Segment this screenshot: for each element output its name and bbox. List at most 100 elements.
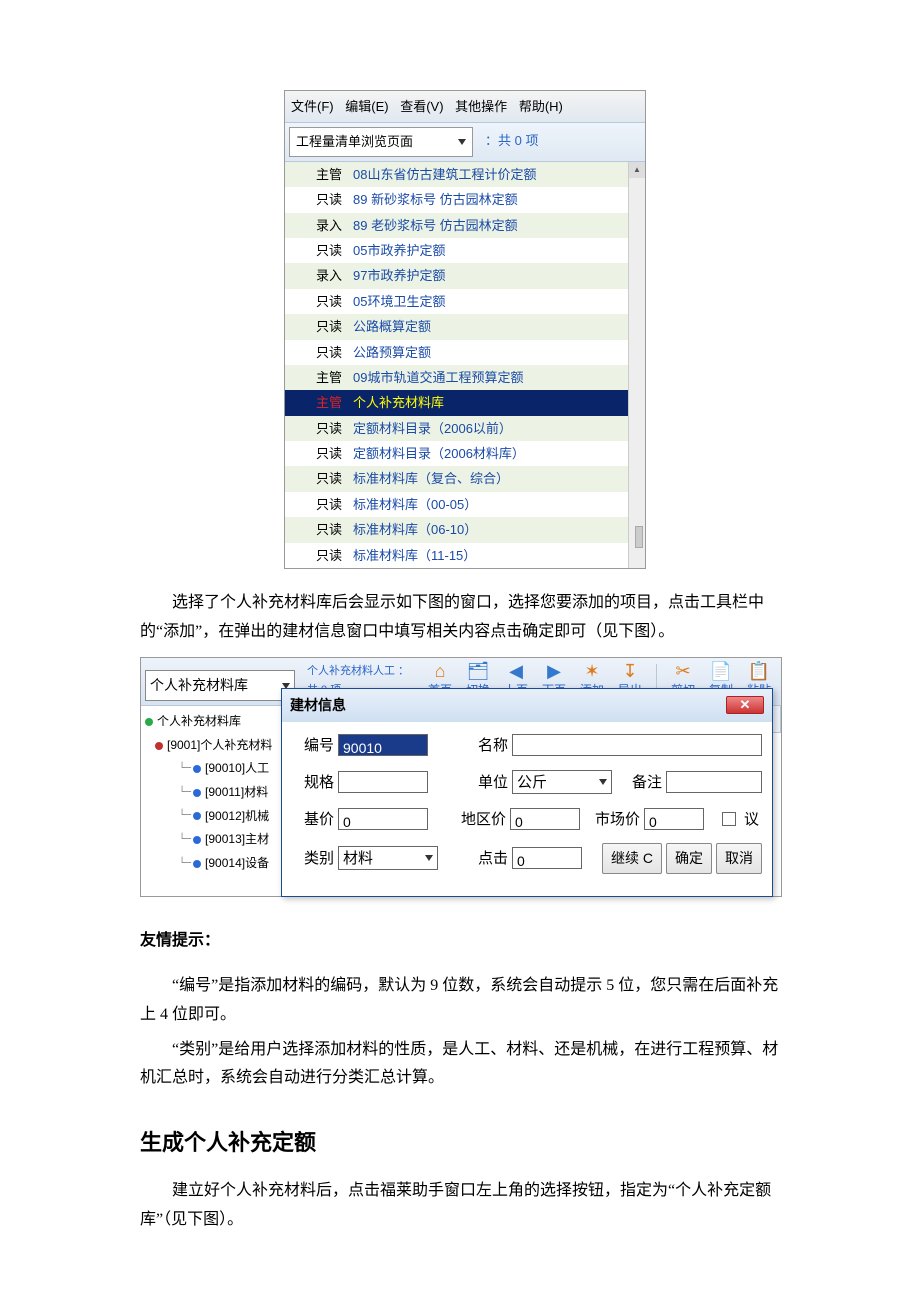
scrollbar[interactable]: ▲ bbox=[628, 162, 645, 568]
tree-item[interactable]: └─[90013]主材 bbox=[143, 828, 293, 852]
list-item-label: 09城市轨道交通工程预算定额 bbox=[349, 366, 641, 389]
list-item-permission: 录入 bbox=[309, 264, 349, 287]
tree-item[interactable]: └─[90011]材料 bbox=[143, 781, 293, 805]
cancel-button[interactable]: 取消 bbox=[716, 843, 762, 874]
scroll-thumb[interactable] bbox=[635, 526, 643, 548]
input-base[interactable]: 0 bbox=[338, 808, 428, 830]
list-item[interactable]: 主管08山东省仿古建筑工程计价定额 bbox=[285, 162, 645, 187]
list-item-permission: 只读 bbox=[309, 544, 349, 567]
list-item-label: 89 老砂浆标号 仿古园林定额 bbox=[349, 214, 641, 237]
menu-view[interactable]: 查看(V) bbox=[400, 99, 443, 114]
input-code[interactable]: 90010 bbox=[338, 734, 428, 756]
list-item-label: 定额材料目录（2006以前） bbox=[349, 417, 641, 440]
page-selector[interactable]: 工程量清单浏览页面 bbox=[289, 127, 473, 156]
粘贴-icon: 📋 bbox=[748, 662, 770, 680]
list-item[interactable]: 只读标准材料库（11-15） bbox=[285, 543, 645, 568]
list-item-permission: 只读 bbox=[309, 417, 349, 440]
tree-item-label: [90010]人工 bbox=[205, 758, 269, 780]
list-item-label: 定额材料目录（2006材料库） bbox=[349, 442, 641, 465]
list-item-label: 05市政养护定额 bbox=[349, 239, 641, 262]
menu-edit[interactable]: 编辑(E) bbox=[345, 99, 388, 114]
list-item-permission: 只读 bbox=[309, 442, 349, 465]
list-item-permission: 只读 bbox=[309, 341, 349, 364]
list-item-label: 05环境卫生定额 bbox=[349, 290, 641, 313]
page-selector-label: 工程量清单浏览页面 bbox=[296, 130, 413, 153]
tree-item[interactable]: └─[90010]人工 bbox=[143, 757, 293, 781]
list-item[interactable]: 录入89 老砂浆标号 仿古园林定额 bbox=[285, 213, 645, 238]
chevron-down-icon bbox=[599, 779, 607, 785]
close-icon[interactable]: ✕ bbox=[726, 696, 764, 714]
menubar: 文件(F) 编辑(E) 查看(V) 其他操作 帮助(H) bbox=[285, 91, 645, 123]
select-category[interactable]: 材料 bbox=[338, 846, 438, 870]
list-item[interactable]: 主管个人补充材料库 bbox=[285, 390, 645, 415]
paragraph-1: 选择了个人补充材料库后会显示如下图的窗口，选择您要添加的项目，点击工具栏中的“添… bbox=[140, 589, 790, 647]
list-item-permission: 主管 bbox=[309, 163, 349, 186]
list-item[interactable]: 只读标准材料库（00-05） bbox=[285, 492, 645, 517]
total-count: ：共 0 项 bbox=[477, 123, 645, 160]
list-item[interactable]: 只读05环境卫生定额 bbox=[285, 289, 645, 314]
list-item-permission: 只读 bbox=[309, 467, 349, 490]
list-item-permission: 主管 bbox=[309, 366, 349, 389]
label-click: 点击 bbox=[466, 845, 508, 872]
section-title: 生成个人补充定额 bbox=[140, 1123, 790, 1163]
tree-item[interactable]: └─[90014]设备 bbox=[143, 852, 293, 876]
list-item-label: 89 新砂浆标号 仿古园林定额 bbox=[349, 188, 641, 211]
label-code: 编号 bbox=[292, 732, 334, 759]
list-item-label: 公路预算定额 bbox=[349, 341, 641, 364]
list-item-label: 个人补充材料库 bbox=[349, 391, 641, 414]
label-market: 市场价 bbox=[584, 806, 640, 833]
tree-item-label: [9001]个人补充材料 bbox=[167, 735, 272, 757]
bullet-icon bbox=[193, 765, 201, 773]
input-name[interactable] bbox=[512, 734, 762, 756]
上页-icon: ◀ bbox=[509, 662, 523, 680]
menu-help[interactable]: 帮助(H) bbox=[519, 99, 563, 114]
library-selector[interactable]: 个人补充材料库 bbox=[145, 670, 295, 701]
dialog-titlebar: 建材信息 ✕ bbox=[282, 689, 772, 722]
复制-icon: 📄 bbox=[710, 662, 732, 680]
list-item-label: 公路概算定额 bbox=[349, 315, 641, 338]
首页-icon: ⌂ bbox=[435, 662, 446, 680]
list-item-label: 标准材料库（复合、综合） bbox=[349, 467, 641, 490]
list-item[interactable]: 只读定额材料目录（2006以前） bbox=[285, 416, 645, 441]
list-item[interactable]: 只读05市政养护定额 bbox=[285, 238, 645, 263]
continue-button[interactable]: 继续 C bbox=[602, 843, 662, 874]
ok-button[interactable]: 确定 bbox=[666, 843, 712, 874]
添加-icon: ✶ bbox=[584, 662, 599, 680]
剪切-icon: ✂ bbox=[675, 662, 690, 680]
hint-title: 友情提示： bbox=[140, 927, 790, 956]
label-category: 类别 bbox=[292, 845, 334, 872]
input-region[interactable]: 0 bbox=[510, 808, 580, 830]
list-item[interactable]: 录入97市政养护定额 bbox=[285, 263, 645, 288]
input-spec[interactable] bbox=[338, 771, 428, 793]
paragraph-2: 建立好个人补充材料后，点击福莱助手窗口左上角的选择按钮，指定为“个人补充定额库”… bbox=[140, 1177, 790, 1235]
tree-item[interactable]: 个人补充材料库 bbox=[143, 710, 293, 734]
input-click[interactable]: 0 bbox=[512, 847, 582, 869]
list-item[interactable]: 主管09城市轨道交通工程预算定额 bbox=[285, 365, 645, 390]
bullet-icon bbox=[155, 742, 163, 750]
list-item[interactable]: 只读公路预算定额 bbox=[285, 340, 645, 365]
bullet-icon bbox=[145, 718, 153, 726]
input-remark[interactable] bbox=[666, 771, 762, 793]
checkbox-negotiable[interactable] bbox=[722, 812, 736, 826]
tree-item[interactable]: └─[90012]机械 bbox=[143, 805, 293, 829]
list-item[interactable]: 只读定额材料目录（2006材料库） bbox=[285, 441, 645, 466]
menu-file[interactable]: 文件(F) bbox=[291, 99, 334, 114]
list-item[interactable]: 只读标准材料库（复合、综合） bbox=[285, 466, 645, 491]
dialog-title: 建材信息 bbox=[290, 693, 346, 718]
tree-panel: 个人补充材料库[9001]个人补充材料└─[90010]人工└─[90011]材… bbox=[141, 706, 296, 896]
list-item[interactable]: 只读89 新砂浆标号 仿古园林定额 bbox=[285, 187, 645, 212]
tree-item-label: [90014]设备 bbox=[205, 853, 269, 875]
list-item[interactable]: 只读公路概算定额 bbox=[285, 314, 645, 339]
hint-2: “类别”是给用户选择添加材料的性质，是人工、材料、还是机械，在进行工程预算、材机… bbox=[140, 1036, 790, 1094]
list-item-label: 标准材料库（11-15） bbox=[349, 544, 641, 567]
tree-item-label: [90012]机械 bbox=[205, 806, 269, 828]
input-market[interactable]: 0 bbox=[644, 808, 704, 830]
scroll-up-icon[interactable]: ▲ bbox=[629, 162, 645, 178]
list-item-permission: 录入 bbox=[309, 214, 349, 237]
menu-other[interactable]: 其他操作 bbox=[455, 99, 507, 114]
list-item[interactable]: 只读标准材料库（06-10） bbox=[285, 517, 645, 542]
quota-list: ▲ 主管08山东省仿古建筑工程计价定额只读89 新砂浆标号 仿古园林定额录入89… bbox=[285, 162, 645, 568]
select-unit[interactable]: 公斤 bbox=[512, 770, 612, 794]
chevron-down-icon bbox=[458, 139, 466, 145]
tree-item[interactable]: [9001]个人补充材料 bbox=[143, 734, 293, 758]
